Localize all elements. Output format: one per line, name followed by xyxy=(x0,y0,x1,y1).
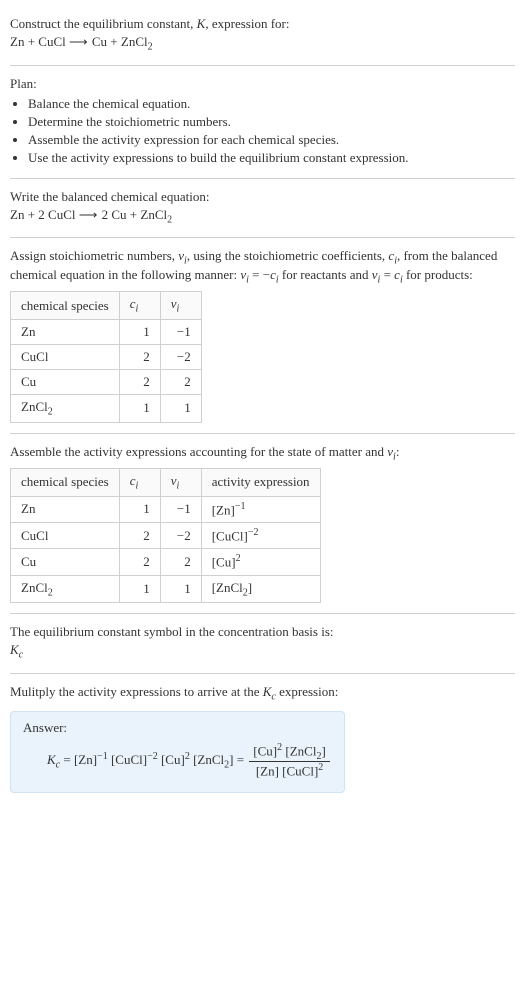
col-ci: ci xyxy=(119,469,160,497)
prompt-text-2: , expression for: xyxy=(205,16,289,31)
table-row: Zn 1 −1 xyxy=(11,319,202,344)
col-species: chemical species xyxy=(11,292,120,320)
table-row: chemical species ci νi xyxy=(11,292,202,320)
arrow-icon: ⟶ xyxy=(69,34,89,49)
cell-species: Cu xyxy=(11,549,120,575)
cell-vi: 2 xyxy=(160,549,201,575)
col-ci: ci xyxy=(119,292,160,320)
table-row: CuCl 2 −2 [CuCl]−2 xyxy=(11,523,321,549)
cell-vi: 1 xyxy=(160,575,201,603)
table-row: Cu 2 2 [Cu]2 xyxy=(11,549,321,575)
cell-species: ZnCl2 xyxy=(11,394,120,422)
list-item: Determine the stoichiometric numbers. xyxy=(28,114,515,130)
col-vi: νi xyxy=(160,469,201,497)
activity-table: chemical species ci νi activity expressi… xyxy=(10,468,321,603)
table-row: Zn 1 −1 [Zn]−1 xyxy=(11,496,321,522)
cell-vi: −1 xyxy=(160,496,201,522)
cell-vi: −2 xyxy=(160,344,201,369)
activity-heading: Assemble the activity expressions accoun… xyxy=(10,444,515,463)
result-heading: Mulitply the activity expressions to arr… xyxy=(10,684,515,703)
symbol-heading: The equilibrium constant symbol in the c… xyxy=(10,624,515,640)
cell-species: ZnCl2 xyxy=(11,575,120,603)
stoich-heading: Assign stoichiometric numbers, νi, using… xyxy=(10,248,515,285)
cell-vi: −1 xyxy=(160,319,201,344)
balanced-heading: Write the balanced chemical equation: xyxy=(10,189,515,205)
cell-activity: [Cu]2 xyxy=(201,549,320,575)
cell-activity: [CuCl]−2 xyxy=(201,523,320,549)
plan-list: Balance the chemical equation. Determine… xyxy=(10,96,515,166)
cell-vi: 2 xyxy=(160,369,201,394)
cell-ci: 1 xyxy=(119,496,160,522)
section-symbol: The equilibrium constant symbol in the c… xyxy=(10,614,515,674)
cell-vi: −2 xyxy=(160,523,201,549)
col-vi: νi xyxy=(160,292,201,320)
list-item: Assemble the activity expression for eac… xyxy=(28,132,515,148)
cell-ci: 2 xyxy=(119,344,160,369)
cell-ci: 1 xyxy=(119,319,160,344)
table-row: chemical species ci νi activity expressi… xyxy=(11,469,321,497)
list-item: Balance the chemical equation. xyxy=(28,96,515,112)
fraction-denominator: [Zn] [CuCl]2 xyxy=(249,761,330,779)
section-plan: Plan: Balance the chemical equation. Det… xyxy=(10,66,515,179)
table-row: ZnCl2 1 1 xyxy=(11,394,202,422)
cell-species: Zn xyxy=(11,319,120,344)
cell-species: Zn xyxy=(11,496,120,522)
section-balanced: Write the balanced chemical equation: Zn… xyxy=(10,179,515,239)
symbol-value: Kc xyxy=(10,642,515,661)
cell-species: CuCl xyxy=(11,523,120,549)
prompt-line: Construct the equilibrium constant, K, e… xyxy=(10,16,515,32)
list-item: Use the activity expressions to build th… xyxy=(28,150,515,166)
cell-activity: [ZnCl2] xyxy=(201,575,320,603)
col-activity: activity expression xyxy=(201,469,320,497)
cell-ci: 2 xyxy=(119,549,160,575)
unbalanced-equation: Zn + CuCl ⟶ Cu + ZnCl2 xyxy=(10,34,515,53)
cell-ci: 2 xyxy=(119,369,160,394)
cell-vi: 1 xyxy=(160,394,201,422)
table-row: Cu 2 2 xyxy=(11,369,202,394)
section-activity: Assemble the activity expressions accoun… xyxy=(10,434,515,615)
balanced-equation: Zn + 2 CuCl ⟶ 2 Cu + ZnCl2 xyxy=(10,207,515,226)
table-row: ZnCl2 1 1 [ZnCl2] xyxy=(11,575,321,603)
stoich-table: chemical species ci νi Zn 1 −1 CuCl 2 −2… xyxy=(10,291,202,422)
cell-species: Cu xyxy=(11,369,120,394)
plan-heading: Plan: xyxy=(10,76,515,92)
cell-species: CuCl xyxy=(11,344,120,369)
cell-ci: 2 xyxy=(119,523,160,549)
section-stoich: Assign stoichiometric numbers, νi, using… xyxy=(10,238,515,433)
cell-ci: 1 xyxy=(119,394,160,422)
fraction-numerator: [Cu]2 [ZnCl2] xyxy=(249,742,330,762)
arrow-icon: ⟶ xyxy=(79,207,99,222)
cell-activity: [Zn]−1 xyxy=(201,496,320,522)
fraction: [Cu]2 [ZnCl2] [Zn] [CuCl]2 xyxy=(249,742,330,780)
section-result: Mulitply the activity expressions to arr… xyxy=(10,674,515,803)
answer-label: Answer: xyxy=(23,720,332,736)
answer-expression: Kc = [Zn]−1 [CuCl]−2 [Cu]2 [ZnCl2] = [Cu… xyxy=(23,742,332,780)
cell-ci: 1 xyxy=(119,575,160,603)
prompt-text-1: Construct the equilibrium constant, xyxy=(10,16,197,31)
col-species: chemical species xyxy=(11,469,120,497)
table-row: CuCl 2 −2 xyxy=(11,344,202,369)
answer-box: Answer: Kc = [Zn]−1 [CuCl]−2 [Cu]2 [ZnCl… xyxy=(10,711,345,793)
section-intro: Construct the equilibrium constant, K, e… xyxy=(10,6,515,66)
